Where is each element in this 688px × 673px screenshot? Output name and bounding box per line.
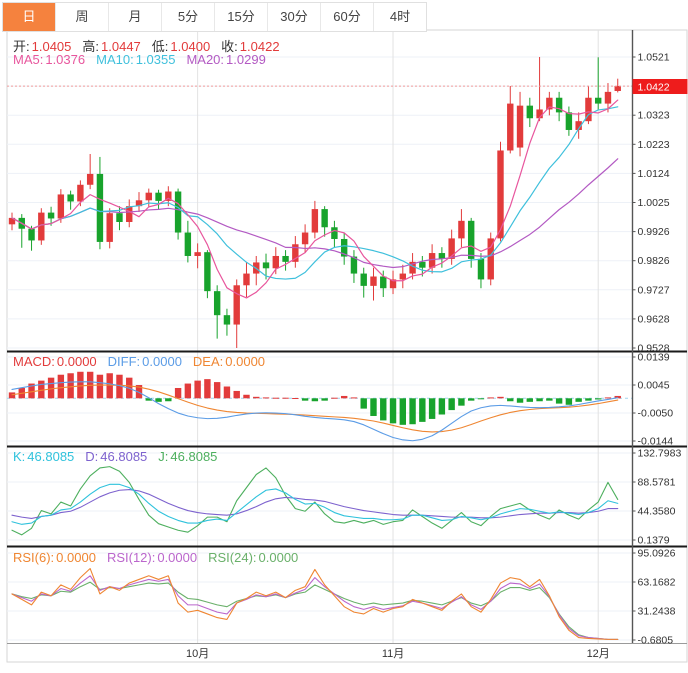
svg-text:1.0025: 1.0025: [638, 197, 670, 209]
svg-text:0.0045: 0.0045: [638, 380, 670, 392]
j-value: J: 46.8085: [158, 449, 218, 464]
rsi24-value: RSI(24): 0.0000: [208, 550, 299, 565]
grid-lines: [6, 29, 688, 663]
tab-15min[interactable]: 15分: [215, 3, 268, 31]
svg-text:1.0521: 1.0521: [638, 52, 670, 64]
diff-value: DIFF: 0.0000: [107, 354, 182, 369]
rsi6-line: [11, 567, 619, 640]
macd-layer: [8, 371, 621, 442]
k-value: K: 46.8085: [13, 449, 75, 464]
ma-legend: MA5: 1.0376 MA10: 1.0355 MA20: 1.0299: [13, 52, 266, 67]
ma10-value: MA10: 1.0355: [96, 52, 176, 67]
svg-text:44.3580: 44.3580: [638, 506, 676, 518]
svg-text:88.5781: 88.5781: [638, 477, 676, 489]
d-value: D: 46.8085: [85, 449, 148, 464]
rsi6-value: RSI(6): 0.0000: [13, 550, 96, 565]
svg-text:1.0223: 1.0223: [638, 139, 670, 151]
tab-60min[interactable]: 60分: [321, 3, 374, 31]
rsi-legend: RSI(6): 0.0000 RSI(12): 0.0000 RSI(24): 0.0…: [13, 550, 298, 565]
svg-text:11月: 11月: [382, 648, 404, 660]
k-line: [11, 483, 619, 525]
svg-text:63.1682: 63.1682: [638, 577, 676, 589]
tab-30min[interactable]: 30分: [268, 3, 321, 31]
ma20-value: MA20: 1.0299: [186, 52, 266, 67]
rsi12-value: RSI(12): 0.0000: [106, 550, 198, 565]
svg-text:1.0124: 1.0124: [638, 168, 670, 180]
svg-text:-0.6805: -0.6805: [638, 635, 674, 647]
y-axis-labels: 1.0521 1.0422 1.0323 1.0223 1.0124 1.0025 0.99…: [632, 52, 681, 647]
svg-text:0.1379: 0.1379: [638, 535, 670, 547]
svg-text:1.0422: 1.0422: [638, 82, 670, 94]
svg-text:0.9727: 0.9727: [638, 284, 670, 296]
tab-5min[interactable]: 5分: [162, 3, 215, 31]
svg-text:0.9926: 0.9926: [638, 226, 670, 238]
svg-text:-0.0050: -0.0050: [638, 408, 674, 420]
svg-text:12月: 12月: [587, 648, 610, 660]
kdj-layer: [11, 466, 619, 536]
svg-text:31.2438: 31.2438: [638, 606, 676, 618]
j-line: [11, 466, 619, 536]
svg-text:95.0926: 95.0926: [638, 548, 676, 560]
current-price-tag: 1.0422: [632, 79, 688, 94]
rsi-layer: [11, 567, 619, 640]
d-line: [11, 489, 619, 519]
tab-day[interactable]: 日: [3, 3, 56, 31]
svg-text:0.0139: 0.0139: [638, 352, 670, 364]
trading-chart-app: { "tabs": [ {"label":"日","selected":true…: [0, 0, 688, 673]
macd-legend: MACD: 0.0000 DIFF: 0.0000 DEA: 0.0000: [13, 354, 265, 369]
tab-week[interactable]: 周: [56, 3, 109, 31]
svg-text:132.7983: 132.7983: [638, 448, 682, 460]
x-axis-labels: 10月 11月 12月: [186, 648, 610, 660]
svg-text:0.9628: 0.9628: [638, 313, 670, 325]
tab-4hour[interactable]: 4时: [374, 3, 426, 31]
macd-value: MACD: 0.0000: [13, 354, 97, 369]
period-tab-bar: 日 周 月 5分 15分 30分 60分 4时: [2, 2, 427, 32]
svg-text:0.9826: 0.9826: [638, 255, 670, 267]
ma5-value: MA5: 1.0376: [13, 52, 86, 67]
chart-canvas[interactable]: 1.0521 1.0422 1.0323 1.0223 1.0124 1.0025 0.99…: [0, 0, 688, 673]
tab-month[interactable]: 月: [109, 3, 162, 31]
svg-text:10月: 10月: [186, 648, 209, 660]
kdj-legend: K: 46.8085 D: 46.8085 J: 46.8085: [13, 449, 217, 464]
svg-text:-0.0144: -0.0144: [638, 436, 674, 448]
dea-value: DEA: 0.0000: [192, 354, 266, 369]
svg-text:1.0323: 1.0323: [638, 110, 670, 122]
